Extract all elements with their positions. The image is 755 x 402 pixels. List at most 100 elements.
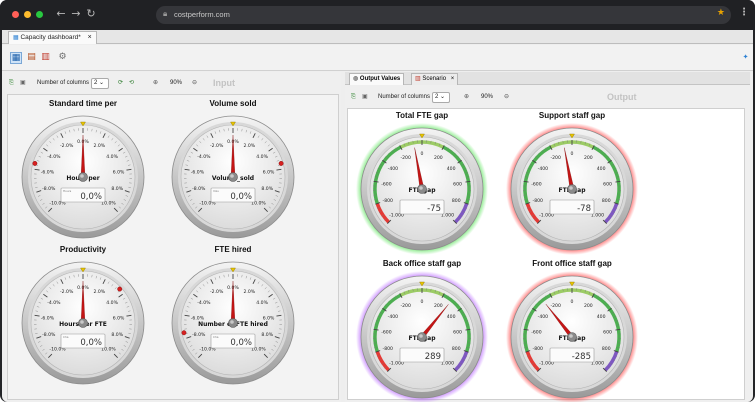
gauge-dial: -10.0%-8.0%-6.0%-4.0%-2.0%0.0%2.0%4.0%6.…: [21, 261, 145, 385]
output-tab-bar: ◍ Output Values ▥ Scenario ×: [345, 72, 750, 85]
gauge-tick-label: -400: [538, 314, 549, 320]
close-scenario-icon[interactable]: ×: [451, 76, 455, 82]
output-values-icon: ◍: [353, 76, 359, 82]
gauge-tick-label: -600: [531, 329, 542, 335]
output-chevron-down-icon: ⌄: [440, 94, 446, 100]
gauge-tick-label: -2.0%: [60, 289, 74, 295]
gauge-tick-label: 2.0%: [244, 143, 256, 149]
gauge-tick-label: -8.0%: [192, 186, 206, 192]
tab-scenario[interactable]: ▥ Scenario ×: [411, 73, 459, 85]
browser-window: ← → ↻ 🔒︎ costperform.com ★ ⋮ ▦ Capacity …: [0, 0, 755, 402]
gauge-tick-label: 400: [447, 314, 456, 320]
input-gauge: FTE hired-10.0%-8.0%-6.0%-4.0%-2.0%0.0%2…: [163, 245, 303, 390]
gauge-tick-label: -600: [531, 181, 542, 187]
gauge-tick-label: 4.0%: [256, 300, 268, 306]
gauge-value-readout: 0,0%: [230, 338, 252, 348]
gauge-hub-highlight: [230, 320, 234, 324]
gauge-value-readout: 0,0%: [80, 192, 102, 202]
gauge-tick-label: 4.0%: [106, 154, 118, 160]
tab-scenario-label: Scenario: [422, 76, 447, 82]
gauge-value-readout: 0,0%: [80, 338, 102, 348]
gauge-tick-label: -200: [550, 155, 561, 161]
forward-arrow-icon[interactable]: →: [70, 8, 82, 20]
gauge-tick-label: -2.0%: [60, 143, 74, 149]
address-bar[interactable]: 🔒︎ costperform.com ★: [156, 6, 731, 24]
gauge-tick-label: 800: [602, 346, 611, 352]
gauge-title: Productivity: [59, 245, 107, 254]
lock-icon: 🔒︎: [163, 9, 168, 18]
output-save-icon[interactable]: ▣: [362, 88, 368, 106]
back-arrow-icon[interactable]: ←: [55, 8, 67, 20]
output-columns-select[interactable]: 2 ⌄: [432, 92, 450, 103]
gauge-tick-label: 2.0%: [94, 289, 106, 295]
gauge-value-readout: 0,0%: [230, 192, 252, 202]
reset-icon[interactable]: ⟲: [129, 74, 134, 92]
gauge-title: Support staff gap: [538, 111, 606, 120]
close-window-dot[interactable]: [12, 11, 19, 18]
gauge-tick-label: 0: [421, 151, 424, 157]
output-gauge: Total FTE gap -1.000 -800 -600 -400 -200 0 200 4…: [352, 111, 492, 256]
gauge-value-caption: Cha: [213, 335, 219, 339]
gauge-tick-label: -600: [381, 181, 392, 187]
dashboard-view-icon[interactable]: ▦: [10, 52, 22, 64]
gauge-tick-label: -800: [383, 198, 394, 204]
minimize-window-dot[interactable]: [24, 11, 31, 18]
zoom-out-icon[interactable]: ⊖: [192, 74, 197, 92]
bookmark-star-icon[interactable]: ★: [717, 8, 725, 18]
input-gauge-grid: Standard time per -10.0% -8.0% -6.0% -4.0% -2…: [7, 94, 339, 400]
gauge-dial: -1.000-800-600-400-20002004006008001.000…: [506, 271, 638, 402]
tab-output-values[interactable]: ◍ Output Values: [349, 73, 405, 85]
output-zoom-out-icon[interactable]: ⊖: [504, 88, 509, 106]
gauge-limit-marker: [278, 161, 284, 166]
gauge-tick-label: 200: [584, 155, 593, 161]
output-export-icon[interactable]: ⎘: [351, 88, 356, 106]
gauge-tick-label: 200: [434, 155, 443, 161]
gauge-tick-label: -6.0%: [41, 315, 55, 321]
dashboard-tab-icon: ▦: [13, 35, 19, 41]
close-tab-icon[interactable]: ×: [88, 34, 92, 41]
gauge-tick-label: -8.0%: [42, 186, 56, 192]
gauge-dial: -10.0%-8.0%-6.0%-4.0%-2.0%0.0%2.0%4.0%6.…: [171, 115, 295, 239]
gauge-tick-label: -200: [400, 303, 411, 309]
chart-icon[interactable]: ▥: [40, 52, 51, 63]
output-subbar: ⎘ ▣ Number of columns 2 ⌄ ⊕ 90% ⊖ Output: [345, 88, 750, 106]
output-gauge: Front office staff gap -1.000 -800 -600 -400…: [502, 259, 642, 402]
tab-capacity-dashboard[interactable]: ▦ Capacity dashboard* ×: [8, 31, 97, 44]
gauge-hub-highlight: [80, 174, 84, 178]
settings-icon[interactable]: ⚙: [57, 52, 68, 63]
gauge-limit-marker: [181, 330, 187, 336]
gauge-dial: -10.0%-8.0%-6.0%-4.0%-2.0%0.0%2.0%4.0%6.…: [21, 115, 145, 239]
maximize-window-dot[interactable]: [36, 11, 43, 18]
gauge-tick-label: 0: [421, 299, 424, 305]
zoom-in-icon[interactable]: ⊕: [153, 74, 158, 92]
export-icon[interactable]: ⎘: [9, 74, 14, 92]
columns-select[interactable]: 2 ⌄: [91, 78, 109, 89]
document-tab-bar: ▦ Capacity dashboard* ×: [2, 30, 753, 44]
columns-value: 2: [94, 80, 98, 86]
gauge-tick-label: 2.0%: [94, 143, 106, 149]
gauge-tick-label: 6.0%: [113, 169, 125, 175]
gauge-tick-label: -4.0%: [197, 300, 211, 306]
gauge-tick-label: 800: [602, 198, 611, 204]
gauge-tick-label: 4.0%: [106, 300, 118, 306]
gauge-dial: -1.000-800-600-400-20002004006008001.000…: [506, 123, 638, 255]
reload-icon[interactable]: ↻: [85, 8, 97, 20]
output-zoom-in-icon[interactable]: ⊕: [464, 88, 469, 106]
scenario-icon: ▥: [415, 76, 421, 82]
gauge-dial: -1.000-800-600-400-20002004006008001.000…: [356, 123, 488, 255]
browser-menu-icon[interactable]: ⋮: [739, 7, 749, 18]
pin-icon[interactable]: ✦: [740, 52, 751, 63]
gauge-title: Volume sold: [209, 99, 257, 108]
gauge-tick-label: 6.0%: [263, 169, 275, 175]
gauge-value-caption: Cha: [63, 335, 69, 339]
gauge-tick-label: -4.0%: [47, 154, 61, 160]
input-panel: ⎘ ▣ Number of columns 2 ⌄ ⟳ ⟲ ⊕ 90% ⊖ In…: [5, 72, 341, 402]
refresh-icon[interactable]: ⟳: [118, 74, 123, 92]
input-gauge: Productivity-10.0%-8.0%-6.0%-4.0%-2.0%0.…: [13, 245, 153, 390]
gauge-hub-highlight: [230, 174, 234, 178]
report-icon[interactable]: ▤: [26, 52, 37, 63]
gauge-hub-highlight: [569, 186, 573, 190]
gauge-tick-label: 200: [434, 303, 443, 309]
gauge-tick-label: -2.0%: [210, 143, 224, 149]
save-icon[interactable]: ▣: [20, 74, 26, 92]
